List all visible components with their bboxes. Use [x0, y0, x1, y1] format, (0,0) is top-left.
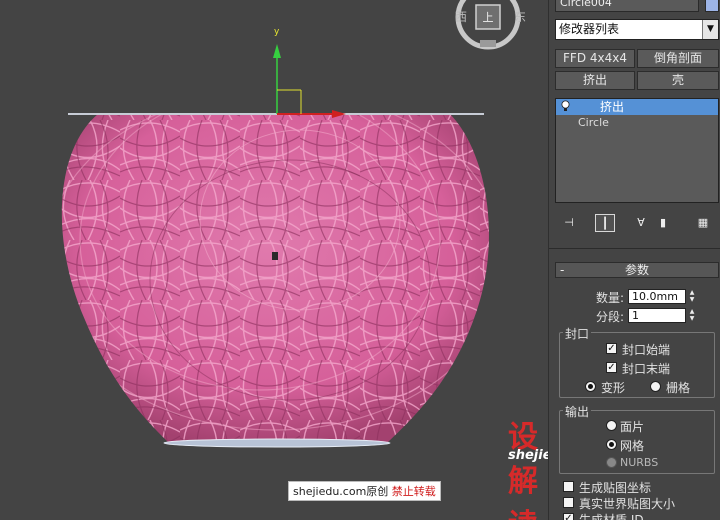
cap-start-checkbox[interactable]: ✓: [606, 343, 617, 354]
make-unique-icon[interactable]: ∀: [631, 214, 651, 232]
watermark-mid: 原创: [366, 485, 389, 498]
mesh-radio[interactable]: [606, 439, 617, 450]
patch-radio[interactable]: [606, 420, 617, 431]
svg-text:西: 西: [455, 10, 467, 24]
amount-input[interactable]: 10.0mm: [628, 289, 686, 304]
grid-label: 栅格: [666, 381, 691, 395]
watermark-site: shejiedu.com: [293, 485, 367, 498]
gen-mapping-label: 生成贴图坐标: [579, 481, 652, 495]
modifier-list-label: 修改器列表: [559, 22, 620, 36]
svg-text:东: 东: [514, 10, 526, 24]
nurbs-label: NURBS: [620, 456, 659, 469]
real-world-checkbox[interactable]: [563, 497, 574, 508]
object-color-swatch[interactable]: [705, 0, 719, 12]
segments-label: 分段:: [596, 310, 625, 324]
morph-radio[interactable]: [585, 381, 596, 392]
shell-button[interactable]: 壳: [637, 71, 719, 90]
lightbulb-icon[interactable]: [561, 100, 570, 112]
remove-modifier-icon[interactable]: ▮: [653, 214, 673, 232]
cap-start-label: 封口始端: [622, 343, 671, 357]
viewcube[interactable]: 上 西 东: [455, 0, 526, 50]
patch-label: 面片: [620, 420, 645, 434]
modifier-stack[interactable]: 挤出 Circle: [555, 98, 719, 203]
cap-end-label: 封口末端: [622, 362, 671, 376]
vase-base: [163, 438, 391, 448]
cap-end-checkbox[interactable]: ✓: [606, 362, 617, 373]
ffd-button[interactable]: FFD 4x4x4: [555, 49, 635, 68]
watermark-url: shejiedu.com: [508, 448, 548, 463]
perspective-viewport[interactable]: 上 西 东 y shejiedu.com原创 禁止转载 设解 shejie: [0, 0, 548, 520]
rattan-vase[interactable]: [40, 90, 510, 450]
stack-item-extrude[interactable]: 挤出: [556, 99, 718, 115]
transform-gizmo[interactable]: y: [273, 27, 346, 118]
stack-item-label: 挤出: [600, 100, 625, 114]
capping-title: 封口: [563, 325, 592, 342]
axis-y-label: y: [274, 27, 280, 37]
gen-material-checkbox[interactable]: ✓: [563, 513, 574, 520]
amount-spinner-icon[interactable]: ▲ ▼: [687, 289, 697, 304]
amount-label: 数量:: [596, 291, 625, 305]
configure-sets-icon[interactable]: ▦: [693, 214, 713, 232]
parameters-rollout-header[interactable]: - 参数: [555, 262, 719, 278]
panel-divider: [549, 248, 720, 249]
stack-item-circle[interactable]: Circle: [556, 115, 718, 131]
gen-mapping-checkbox[interactable]: [563, 481, 574, 492]
chevron-down-icon[interactable]: ▼: [702, 20, 718, 39]
show-end-result-icon[interactable]: ┃: [595, 214, 615, 232]
nurbs-radio[interactable]: [606, 457, 617, 468]
extrude-button[interactable]: 挤出: [555, 71, 635, 90]
pin-stack-icon[interactable]: ⊣: [559, 214, 579, 232]
output-title: 输出: [563, 403, 592, 420]
segments-spinner-icon[interactable]: ▲ ▼: [687, 308, 697, 323]
watermark-logo: 设解读: [508, 420, 539, 520]
parameters-title: 参数: [624, 263, 649, 277]
viewcube-home-tab[interactable]: [480, 40, 496, 47]
viewport-scene: 上 西 东 y: [40, 0, 526, 450]
stack-toolbar: ⊣ ┃ ∀ ▮ ▦: [555, 212, 719, 234]
mesh-label: 网格: [620, 439, 645, 453]
watermark-banner: shejiedu.com原创 禁止转载: [288, 481, 441, 501]
object-name-field[interactable]: Circle004: [555, 0, 699, 12]
modify-panel: Circle004 修改器列表 ▼ FFD 4x4x4 倒角剖面 挤出 壳 挤出…: [548, 0, 720, 520]
chamfer-section-button[interactable]: 倒角剖面: [637, 49, 719, 68]
stack-item-label: Circle: [578, 116, 609, 129]
gen-material-label: 生成材质 ID: [579, 513, 644, 520]
svg-text:上: 上: [483, 11, 494, 24]
collapse-icon[interactable]: -: [560, 263, 564, 277]
watermark-red: 禁止转载: [391, 485, 436, 498]
morph-label: 变形: [601, 381, 626, 395]
grid-radio[interactable]: [650, 381, 661, 392]
real-world-label: 真实世界贴图大小: [579, 497, 676, 511]
modifier-list-dropdown[interactable]: 修改器列表 ▼: [555, 19, 719, 40]
segments-input[interactable]: 1: [628, 308, 686, 323]
